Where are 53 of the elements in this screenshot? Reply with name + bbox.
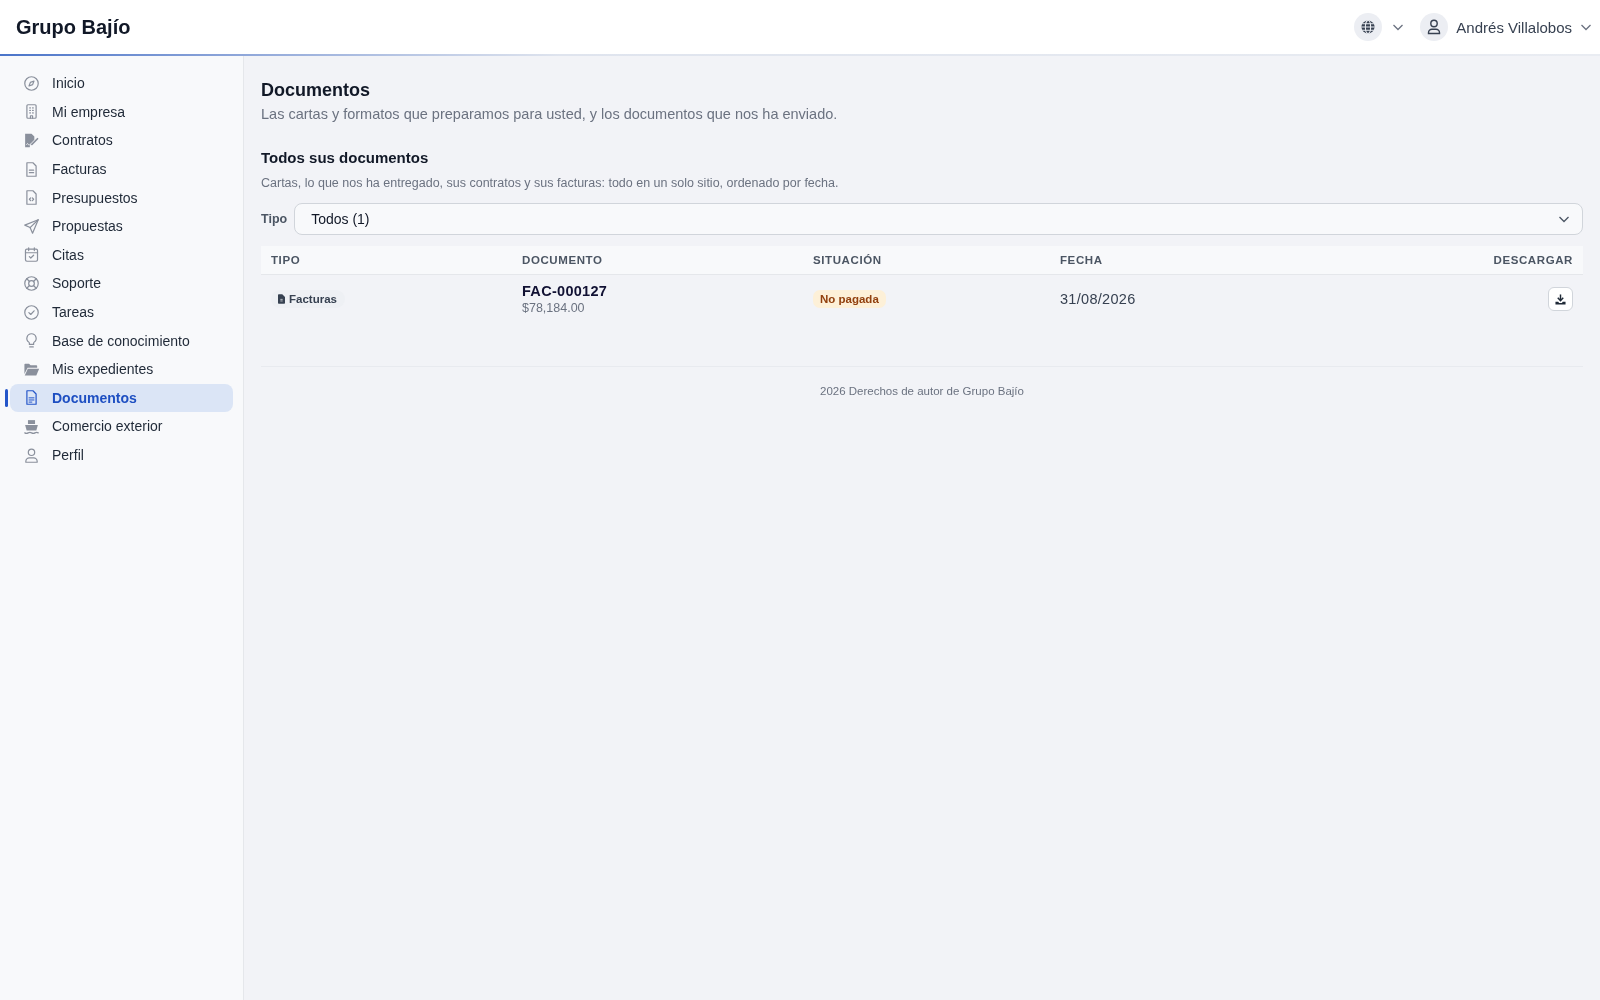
column-header: DESCARGAR [1493, 254, 1573, 266]
sidebar-item[interactable]: Facturas [10, 155, 233, 184]
page-subtitle: Las cartas y formatos que preparamos para usted, y los documentos que nos ha enviado. [261, 105, 839, 124]
calendar-check-icon [23, 246, 40, 264]
sidebar-item[interactable]: Mi empresa [10, 97, 233, 126]
sidebar-item[interactable]: Citas [10, 240, 233, 269]
user-avatar-icon [1420, 13, 1449, 41]
sidebar-item[interactable]: Perfil [10, 441, 233, 469]
sidebar-item[interactable]: Soporte [10, 269, 233, 298]
column-header: FECHA [1060, 254, 1103, 266]
ship-icon [23, 417, 40, 435]
section-title: Todos sus documentos [261, 148, 430, 168]
user-menu-button[interactable]: Andrés Villalobos [1420, 13, 1592, 41]
document-amount: $78,184.00 [522, 300, 585, 316]
globe-icon [1354, 13, 1383, 41]
language-menu-button[interactable] [1354, 13, 1405, 41]
sidebar-item[interactable]: Contratos [10, 126, 233, 155]
lifebuoy-icon [23, 274, 40, 292]
document-number: FAC-000127 [522, 282, 608, 300]
sidebar-item[interactable]: Inicio [10, 69, 233, 98]
paper-plane-icon [23, 217, 40, 235]
filter-label: Tipo [261, 212, 288, 226]
building-icon [23, 103, 40, 121]
file-lines-icon [23, 389, 40, 407]
lightbulb-icon [23, 332, 40, 350]
download-icon [1555, 293, 1566, 305]
active-indicator [5, 388, 8, 407]
date-cell: 31/08/2026 [1060, 291, 1136, 307]
compass-icon [23, 74, 40, 92]
column-header: SITUACIÓN [813, 254, 882, 266]
file-icon [278, 294, 285, 304]
sidebar-item[interactable]: Comercio exterior [10, 412, 233, 441]
sidebar-item[interactable]: Presupuestos [10, 183, 233, 212]
sidebar-item[interactable]: Tareas [10, 298, 233, 327]
user-icon [23, 446, 40, 464]
brand-name: Grupo Bajío [16, 15, 131, 39]
type-label: Facturas [289, 293, 337, 305]
status-badge: No pagada [813, 290, 886, 308]
sidebar-item[interactable]: Mis expedientes [10, 355, 233, 384]
download-button[interactable] [1548, 287, 1573, 311]
sidebar-item[interactable]: Propuestas [10, 212, 233, 241]
document-icon [23, 160, 40, 178]
sidebar-item[interactable]: Documentos [10, 383, 233, 412]
column-header: DOCUMENTO [522, 254, 603, 266]
footer-text: 2026 Derechos de autor de Grupo Bajío [820, 385, 1024, 397]
page-title: Documentos [261, 79, 371, 102]
code-file-icon [23, 189, 40, 207]
column-header: TIPO [271, 254, 301, 266]
file-pen-icon [23, 132, 40, 149]
check-circle-icon [23, 303, 40, 321]
sidebar-item[interactable]: Base de conocimiento [10, 326, 233, 355]
section-description: Cartas, lo que nos ha entregado, sus contratos y sus facturas: todo en un solo sitio, ordenado por fecha. [261, 175, 840, 192]
type-select[interactable]: Todos (1) [294, 203, 1583, 235]
